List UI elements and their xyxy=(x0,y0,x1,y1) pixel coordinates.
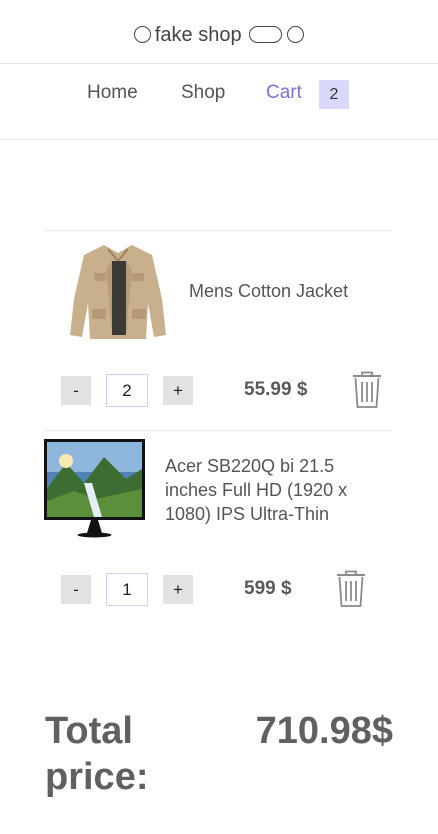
site-logo[interactable]: fake shop xyxy=(0,24,438,47)
logo-circle-icon xyxy=(287,26,305,43)
cart-count-badge: 2 xyxy=(319,80,349,109)
logo-circle-icon xyxy=(133,26,151,43)
logo-pill-icon xyxy=(248,26,282,43)
logo-text: fake shop xyxy=(154,24,242,46)
trash-icon[interactable] xyxy=(335,570,367,613)
decrease-quantity-button[interactable]: - xyxy=(61,575,91,604)
trash-icon[interactable] xyxy=(351,371,383,414)
quantity-input[interactable] xyxy=(106,374,148,407)
main-nav: Home Shop Cart 2 xyxy=(0,64,438,140)
nav-cart-link[interactable]: Cart xyxy=(266,82,302,104)
product-name[interactable]: Acer SB220Q bi 21.5 inches Full HD (1920… xyxy=(165,454,390,526)
cart-item-divider xyxy=(45,430,392,431)
nav-shop-link[interactable]: Shop xyxy=(181,82,225,104)
site-header: fake shop xyxy=(0,0,438,64)
product-name[interactable]: Mens Cotton Jacket xyxy=(189,279,379,303)
product-price: 599 $ xyxy=(244,578,292,599)
decrease-quantity-button[interactable]: - xyxy=(61,376,91,405)
increase-quantity-button[interactable]: + xyxy=(163,376,193,405)
total-price-value: 710.98$ xyxy=(255,710,393,752)
increase-quantity-button[interactable]: + xyxy=(163,575,193,604)
product-price: 55.99 $ xyxy=(244,379,308,400)
jacket-image xyxy=(66,239,170,348)
cart-item-divider xyxy=(45,230,392,231)
monitor-image xyxy=(44,439,146,546)
quantity-input[interactable] xyxy=(106,573,148,606)
nav-home-link[interactable]: Home xyxy=(87,82,138,104)
total-price-label: Total price: xyxy=(45,710,149,798)
